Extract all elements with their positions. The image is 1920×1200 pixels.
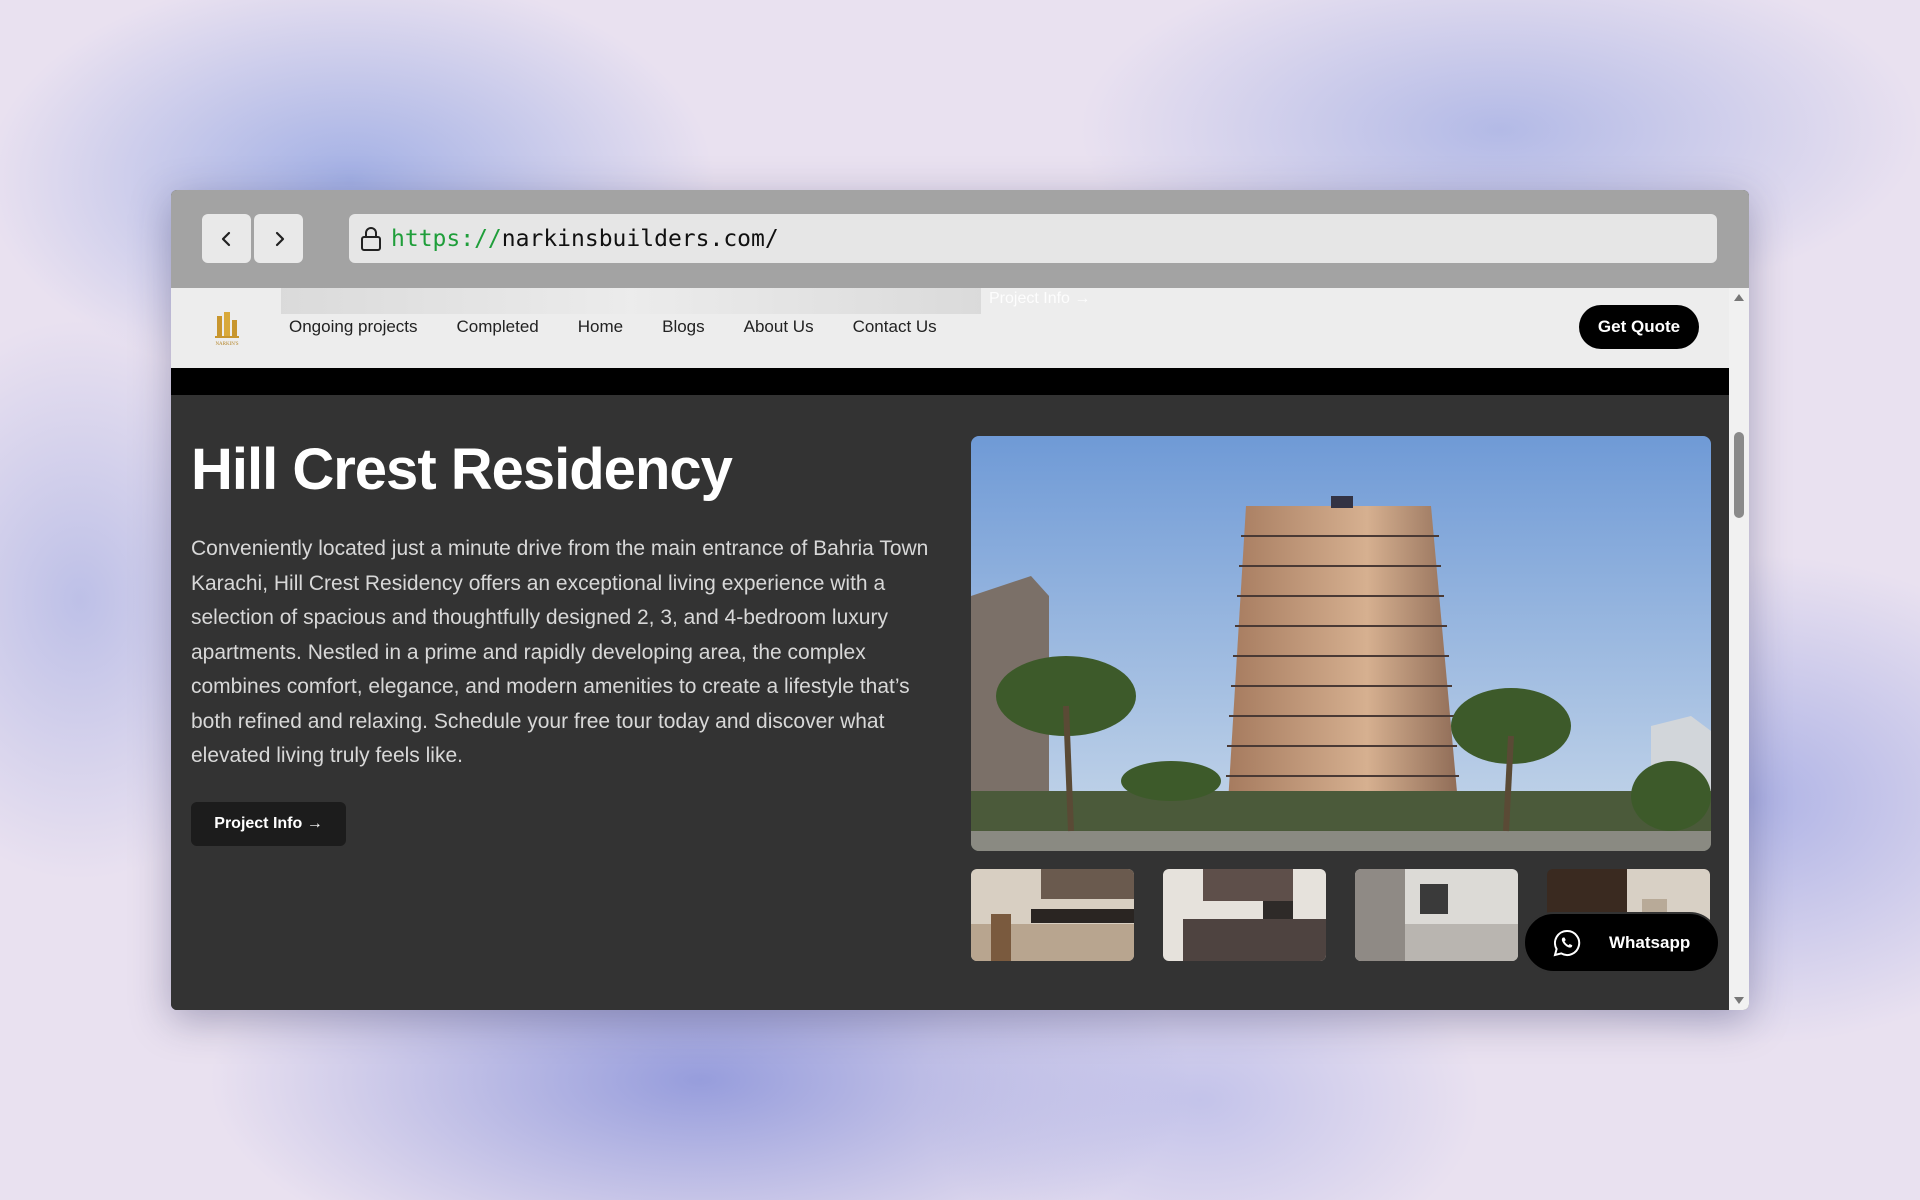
scroll-up-arrow-icon[interactable] xyxy=(1734,294,1744,301)
nav-about-us[interactable]: About Us xyxy=(744,317,814,337)
kitchen-photo-3 xyxy=(1355,869,1518,961)
nav-blogs[interactable]: Blogs xyxy=(662,317,705,337)
gallery-thumb-2[interactable] xyxy=(1163,869,1326,961)
svg-text:NARKIN'S: NARKIN'S xyxy=(215,342,238,347)
building-illustration xyxy=(971,436,1711,851)
gallery-thumb-1[interactable] xyxy=(971,869,1134,961)
back-button[interactable] xyxy=(202,214,251,263)
url-host: narkinsbuilders.com/ xyxy=(501,225,779,252)
whatsapp-button[interactable]: Whatsapp xyxy=(1523,912,1720,973)
browser-toolbar: https://narkinsbuilders.com/ xyxy=(171,190,1749,288)
building-photo[interactable] xyxy=(971,436,1711,851)
kitchen-photo-2 xyxy=(1163,869,1326,961)
get-quote-button[interactable]: Get Quote xyxy=(1579,305,1699,349)
nav-home[interactable]: Home xyxy=(578,317,623,337)
whatsapp-label: Whatsapp xyxy=(1609,932,1691,952)
project-description: Conveniently located just a minute drive… xyxy=(191,537,929,767)
url-text: https://narkinsbuilders.com/ xyxy=(391,226,779,252)
header-background-strip xyxy=(281,288,981,314)
ghost-project-info-link: Project Info → xyxy=(989,290,1091,307)
nav-completed[interactable]: Completed xyxy=(457,317,539,337)
url-scheme: https:// xyxy=(391,225,502,252)
site-header: Project Info → NARKIN'S Ongoing projects… xyxy=(171,288,1729,368)
page-viewport: Project Info → NARKIN'S Ongoing projects… xyxy=(171,288,1729,1010)
nav-contact-us[interactable]: Contact Us xyxy=(853,317,937,337)
browser-window: https://narkinsbuilders.com/ Project Inf… xyxy=(171,190,1749,1010)
scroll-down-arrow-icon[interactable] xyxy=(1734,997,1744,1004)
lock-icon xyxy=(361,226,381,251)
chevron-right-icon xyxy=(275,231,284,246)
narkins-logo[interactable]: NARKIN'S xyxy=(207,308,247,348)
forward-button[interactable] xyxy=(254,214,303,263)
header-divider-band xyxy=(171,368,1729,395)
chevron-left-icon xyxy=(221,231,230,246)
main-nav: Ongoing projects Completed Home Blogs Ab… xyxy=(289,317,976,337)
address-bar[interactable]: https://narkinsbuilders.com/ xyxy=(349,214,1717,263)
scroll-thumb[interactable] xyxy=(1734,432,1744,518)
kitchen-photo-1 xyxy=(971,869,1134,961)
project-title: Hill Crest Residency xyxy=(191,437,733,502)
vertical-scrollbar[interactable] xyxy=(1729,288,1749,1010)
gallery-thumb-3[interactable] xyxy=(1355,869,1518,961)
whatsapp-icon xyxy=(1553,929,1581,956)
nav-ongoing-projects[interactable]: Ongoing projects xyxy=(289,317,418,337)
project-info-button[interactable]: Project Info → xyxy=(191,802,346,846)
